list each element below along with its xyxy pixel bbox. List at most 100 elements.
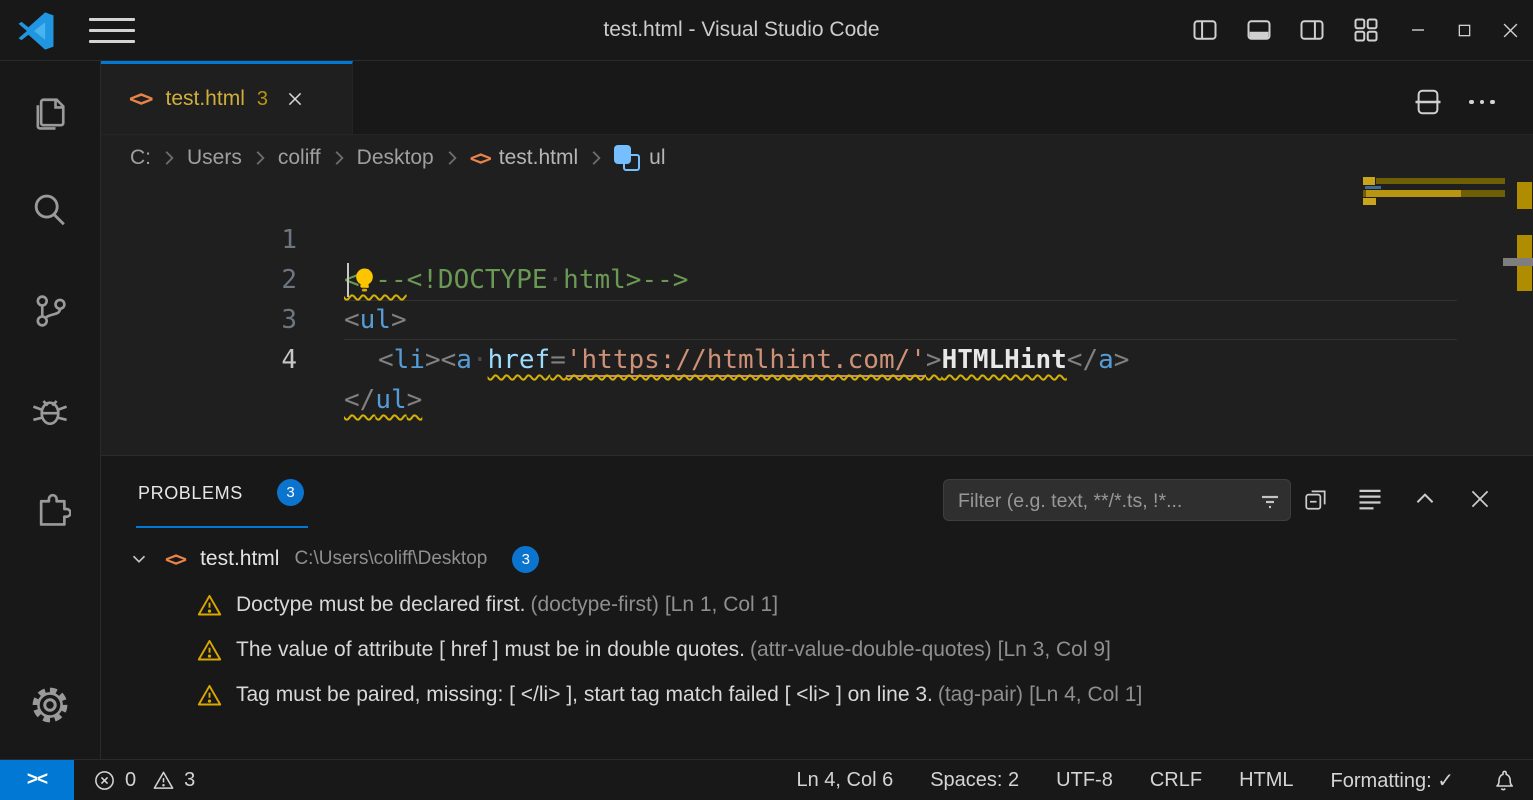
toggle-primary-sidebar-icon[interactable] [1189,14,1221,46]
window-title: test.html - Visual Studio Code [350,0,1133,60]
code-line-2[interactable]: 2 <ul> [101,220,1533,260]
notifications-bell-icon[interactable] [1491,768,1515,792]
problems-count-badge: 3 [277,479,304,506]
link-string: 'https://htmlhint.com/' [566,345,926,377]
error-icon [93,769,116,792]
status-formatting[interactable]: Formatting: ✓ [1331,768,1454,793]
problems-file-path: C:\Users\coliff\Desktop [294,548,487,570]
more-actions-icon[interactable] [1465,85,1499,119]
explorer-icon[interactable] [28,91,72,135]
breadcrumb-users[interactable]: Users [187,146,242,170]
problem-location: [Ln 1, Col 1] [665,593,778,616]
collapse-all-icon[interactable] [1301,484,1331,514]
problem-location: [Ln 4, Col 1] [1029,683,1142,706]
problems-file-row[interactable]: <> test.html C:\Users\coliff\Desktop 3 [128,539,539,579]
file-problem-count-badge: 3 [512,546,539,573]
breadcrumb-separator-icon [589,149,603,167]
problem-message: Tag must be paired, missing: [ </li> ], … [236,683,933,706]
status-indentation[interactable]: Spaces: 2 [930,769,1019,792]
close-panel-icon[interactable] [1465,484,1495,514]
breadcrumb-separator-icon [445,149,459,167]
breadcrumb-symbol[interactable]: ul [649,146,665,170]
status-problems[interactable]: 0 3 [93,760,195,800]
problem-message: Doctype must be declared first. [236,593,525,616]
problems-filter [943,479,1291,521]
problem-item-3[interactable]: Tag must be paired, missing: [ </li> ], … [196,674,1142,716]
close-window-button[interactable] [1487,0,1533,60]
editor-tab-bar: <> test.html 3 [101,61,1533,135]
filter-icon [1258,489,1282,513]
status-encoding[interactable]: UTF-8 [1056,769,1113,792]
tab-close-icon[interactable] [286,90,304,108]
breadcrumb-desktop[interactable]: Desktop [357,146,434,170]
minimap[interactable] [1363,172,1505,447]
source-control-icon[interactable] [28,289,72,333]
warning-squiggle: </ul> [344,385,422,415]
maximize-button[interactable] [1441,0,1487,60]
code-line-1[interactable]: 1 <!--<!DOCTYPE·html>--> [101,180,1533,220]
toggle-secondary-sidebar-icon[interactable] [1296,14,1328,46]
problem-source: (tag-pair) [938,683,1023,706]
customize-layout-icon[interactable] [1350,14,1382,46]
breadcrumb-separator-icon [332,149,346,167]
problem-message: The value of attribute [ href ] must be … [236,638,745,661]
code-line-3[interactable]: 3 <li><a·href='https://htmlhint.com/'>HT… [101,260,1533,300]
warning-squiggle: href='https://htmlhint.com/'>HTMLHint [488,345,1067,377]
vscode-window: test.html - Visual Studio Code [0,0,1533,800]
code-editor[interactable]: 1 <!--<!DOCTYPE·html>--> 2 <ul> 3 <li><a… [101,180,1533,455]
chevron-down-icon [128,548,150,570]
tab-problems[interactable]: PROBLEMS [138,483,243,504]
toggle-panel-icon[interactable] [1243,14,1275,46]
view-as-table-icon[interactable] [1355,484,1385,514]
breadcrumb-separator-icon [253,149,267,167]
tab-test-html[interactable]: <> test.html 3 [101,61,353,134]
error-count: 0 [125,769,136,792]
html-file-icon: <> [165,547,185,571]
search-icon[interactable] [28,189,72,233]
filter-input[interactable] [956,480,1250,522]
warning-icon [152,769,175,792]
breadcrumb-drive[interactable]: C: [130,146,151,170]
status-cursor-position[interactable]: Ln 4, Col 6 [796,769,893,792]
scrollbar-position-mark[interactable] [1503,258,1533,266]
breadcrumb: C: Users coliff Desktop <> test.html ul [130,137,666,179]
tab-label: test.html [166,87,245,111]
maximize-panel-icon[interactable] [1410,484,1440,514]
breadcrumb-file[interactable]: test.html [499,146,578,170]
code-line-4[interactable]: 4 </ul> [101,300,1533,340]
active-tab-underline [136,526,308,528]
warning-icon [196,637,223,664]
html-file-icon: <> [129,87,152,112]
overview-ruler[interactable] [1516,135,1533,455]
problem-source: (doctype-first) [530,593,658,616]
menu-icon[interactable] [89,18,135,43]
breadcrumb-coliff[interactable]: coliff [278,146,321,170]
whitespace-dot: · [472,345,488,375]
vscode-logo-icon [17,12,55,50]
remote-icon: >< [27,769,47,791]
problem-location: [Ln 3, Col 9] [998,638,1111,661]
split-editor-icon[interactable] [1411,85,1445,119]
breadcrumb-separator-icon [162,149,176,167]
problem-item-2[interactable]: The value of attribute [ href ] must be … [196,629,1111,671]
problems-file-name: test.html [200,547,279,571]
status-bar: >< 0 3 Ln 4, Col 6 Spaces: 2 UTF-8 CRLF … [0,759,1533,800]
problem-item-1[interactable]: Doctype must be declared first.(doctype-… [196,584,778,626]
status-eol[interactable]: CRLF [1150,769,1202,792]
activity-bar [0,61,101,760]
problems-panel: PROBLEMS 3 <> test.html C:\Users\coliff\… [101,455,1533,761]
remote-indicator[interactable]: >< [0,760,74,800]
warning-count: 3 [184,769,195,792]
run-and-debug-icon[interactable] [28,389,72,433]
status-language-mode[interactable]: HTML [1239,769,1293,792]
settings-gear-icon[interactable] [28,683,72,727]
minimize-button[interactable] [1395,0,1441,60]
tab-problem-count: 3 [257,88,268,111]
symbol-field-icon [614,145,640,171]
lightbulb-icon[interactable] [352,266,377,294]
problem-source: (attr-value-double-quotes) [750,638,992,661]
html-file-icon: <> [470,146,490,170]
extensions-icon[interactable] [28,487,72,531]
line-number-active[interactable]: 4 [237,340,297,380]
warning-icon [196,592,223,619]
